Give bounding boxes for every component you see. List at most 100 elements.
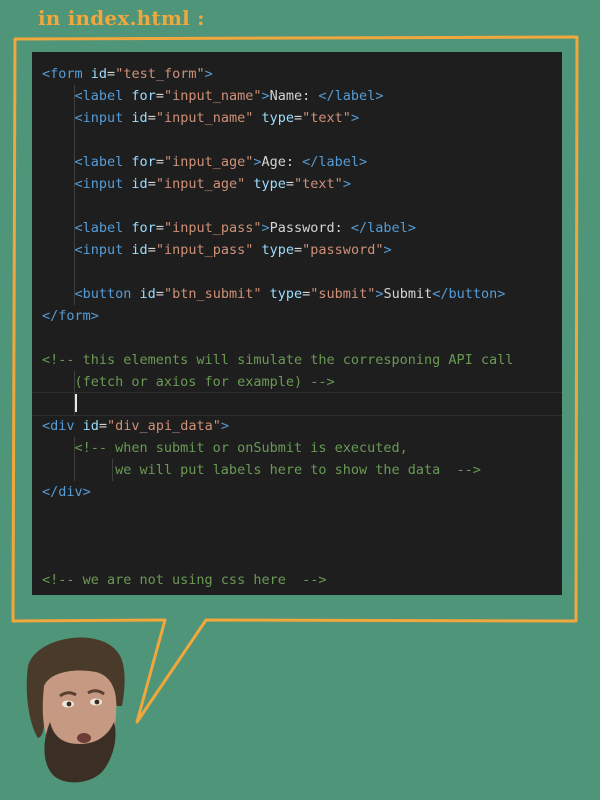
code-line[interactable] [42, 327, 562, 349]
code-token: "input_name" [163, 88, 262, 104]
code-token: id [90, 66, 108, 82]
code-token: > [383, 242, 392, 258]
code-token: <input [74, 110, 132, 126]
code-line[interactable] [42, 547, 562, 569]
code-token: (fetch or axios for example) --> [42, 374, 335, 390]
code-token: > [350, 110, 360, 126]
code-token: for [131, 154, 156, 170]
code-line[interactable]: <!-- we are not using css here --> [42, 569, 562, 591]
code-line[interactable] [42, 261, 562, 283]
code-token: = [285, 176, 295, 192]
code-token: Age: [261, 154, 303, 170]
code-token: = [98, 418, 108, 434]
code-token: for [131, 88, 156, 104]
code-line[interactable] [42, 129, 562, 151]
code-line[interactable]: </form> [42, 305, 562, 327]
code-token: "input_age" [163, 154, 254, 170]
code-token: > [204, 66, 213, 82]
code-token: <form [42, 66, 91, 82]
code-line[interactable] [42, 195, 562, 217]
code-token: "input_name" [155, 110, 254, 126]
code-token: = [147, 176, 156, 192]
code-token: > [261, 220, 270, 236]
code-token: > [253, 154, 262, 170]
code-token: id [131, 176, 148, 192]
code-line[interactable]: <input id="input_name" type="text"> [42, 107, 562, 129]
code-editor[interactable]: <form id="test_form"> <label for="input_… [32, 52, 562, 595]
code-line[interactable]: <button id="btn_submit" type="submit">Su… [42, 283, 562, 305]
file-link[interactable]: ./validate_input.js [148, 594, 302, 595]
code-line[interactable] [42, 393, 562, 415]
code-token: id [82, 418, 99, 434]
code-line[interactable]: <!-- when submit or onSubmit is executed… [42, 437, 562, 459]
code-token: we will put labels here to show the data… [42, 462, 481, 478]
code-token: Password: [269, 220, 351, 236]
code-token: <div [42, 418, 83, 434]
code-token: id [139, 286, 156, 302]
code-token: Submit [383, 286, 433, 302]
code-token: <label [74, 220, 132, 236]
code-line[interactable]: <label for="input_pass">Password: </labe… [42, 217, 562, 239]
code-line[interactable]: <label for="input_name">Name: </label> [42, 85, 562, 107]
code-line[interactable]: </div> [42, 481, 562, 503]
code-token: = [155, 88, 164, 104]
code-token: id [131, 242, 148, 258]
avatar [26, 637, 125, 783]
code-line[interactable]: <script src="./validate_input.js"></scri… [42, 591, 562, 595]
code-line[interactable]: (fetch or axios for example) --> [42, 371, 562, 393]
code-token: <script [42, 594, 107, 595]
code-token: </button> [432, 286, 506, 302]
code-line[interactable] [42, 525, 562, 547]
code-token: </label> [350, 220, 416, 236]
code-line[interactable]: <!-- this elements will simulate the cor… [42, 349, 562, 371]
code-token: type [261, 242, 295, 258]
code-token: Name: [269, 88, 319, 104]
code-token: src [107, 594, 131, 595]
code-token: "input_pass" [163, 220, 262, 236]
code-token: <label [74, 88, 132, 104]
code-token: = [155, 154, 164, 170]
code-token: = [155, 220, 164, 236]
code-token: </label> [318, 88, 384, 104]
code-token: <!-- when submit or onSubmit is executed… [74, 440, 408, 456]
code-line[interactable]: <label for="input_age">Age: </label> [42, 151, 562, 173]
code-token: > [220, 418, 229, 434]
code-token: "text" [302, 110, 351, 126]
code-token: "input_pass" [155, 242, 254, 258]
code-line[interactable]: we will put labels here to show the data… [42, 459, 562, 481]
code-token: = [294, 110, 303, 126]
code-token: <!-- this elements will simulate the cor… [42, 352, 514, 368]
code-token: </label> [302, 154, 368, 170]
code-line[interactable]: <input id="input_age" type="text"> [42, 173, 562, 195]
code-line[interactable]: <div id="div_api_data"> [42, 415, 562, 437]
code-token: </form> [42, 308, 99, 324]
code-token: = [155, 286, 164, 302]
code-lines[interactable]: <form id="test_form"> <label for="input_… [42, 63, 562, 595]
code-token: type [269, 286, 303, 302]
code-token: ></ [310, 594, 334, 595]
code-token: for [131, 220, 156, 236]
code-token: = [147, 110, 156, 126]
code-line[interactable]: <input id="input_pass" type="password"> [42, 239, 562, 261]
code-line[interactable] [42, 503, 562, 525]
code-token: type [261, 110, 295, 126]
code-token: " [140, 594, 148, 595]
code-token: "password" [302, 242, 384, 258]
code-line[interactable]: <form id="test_form"> [42, 63, 562, 85]
code-token: id [131, 110, 148, 126]
code-token: </div> [42, 484, 91, 500]
code-token: <label [74, 154, 132, 170]
code-token: type [253, 176, 286, 192]
code-token: > [342, 176, 351, 192]
code-token: "submit" [310, 286, 376, 302]
code-token: "test_form" [115, 66, 205, 82]
